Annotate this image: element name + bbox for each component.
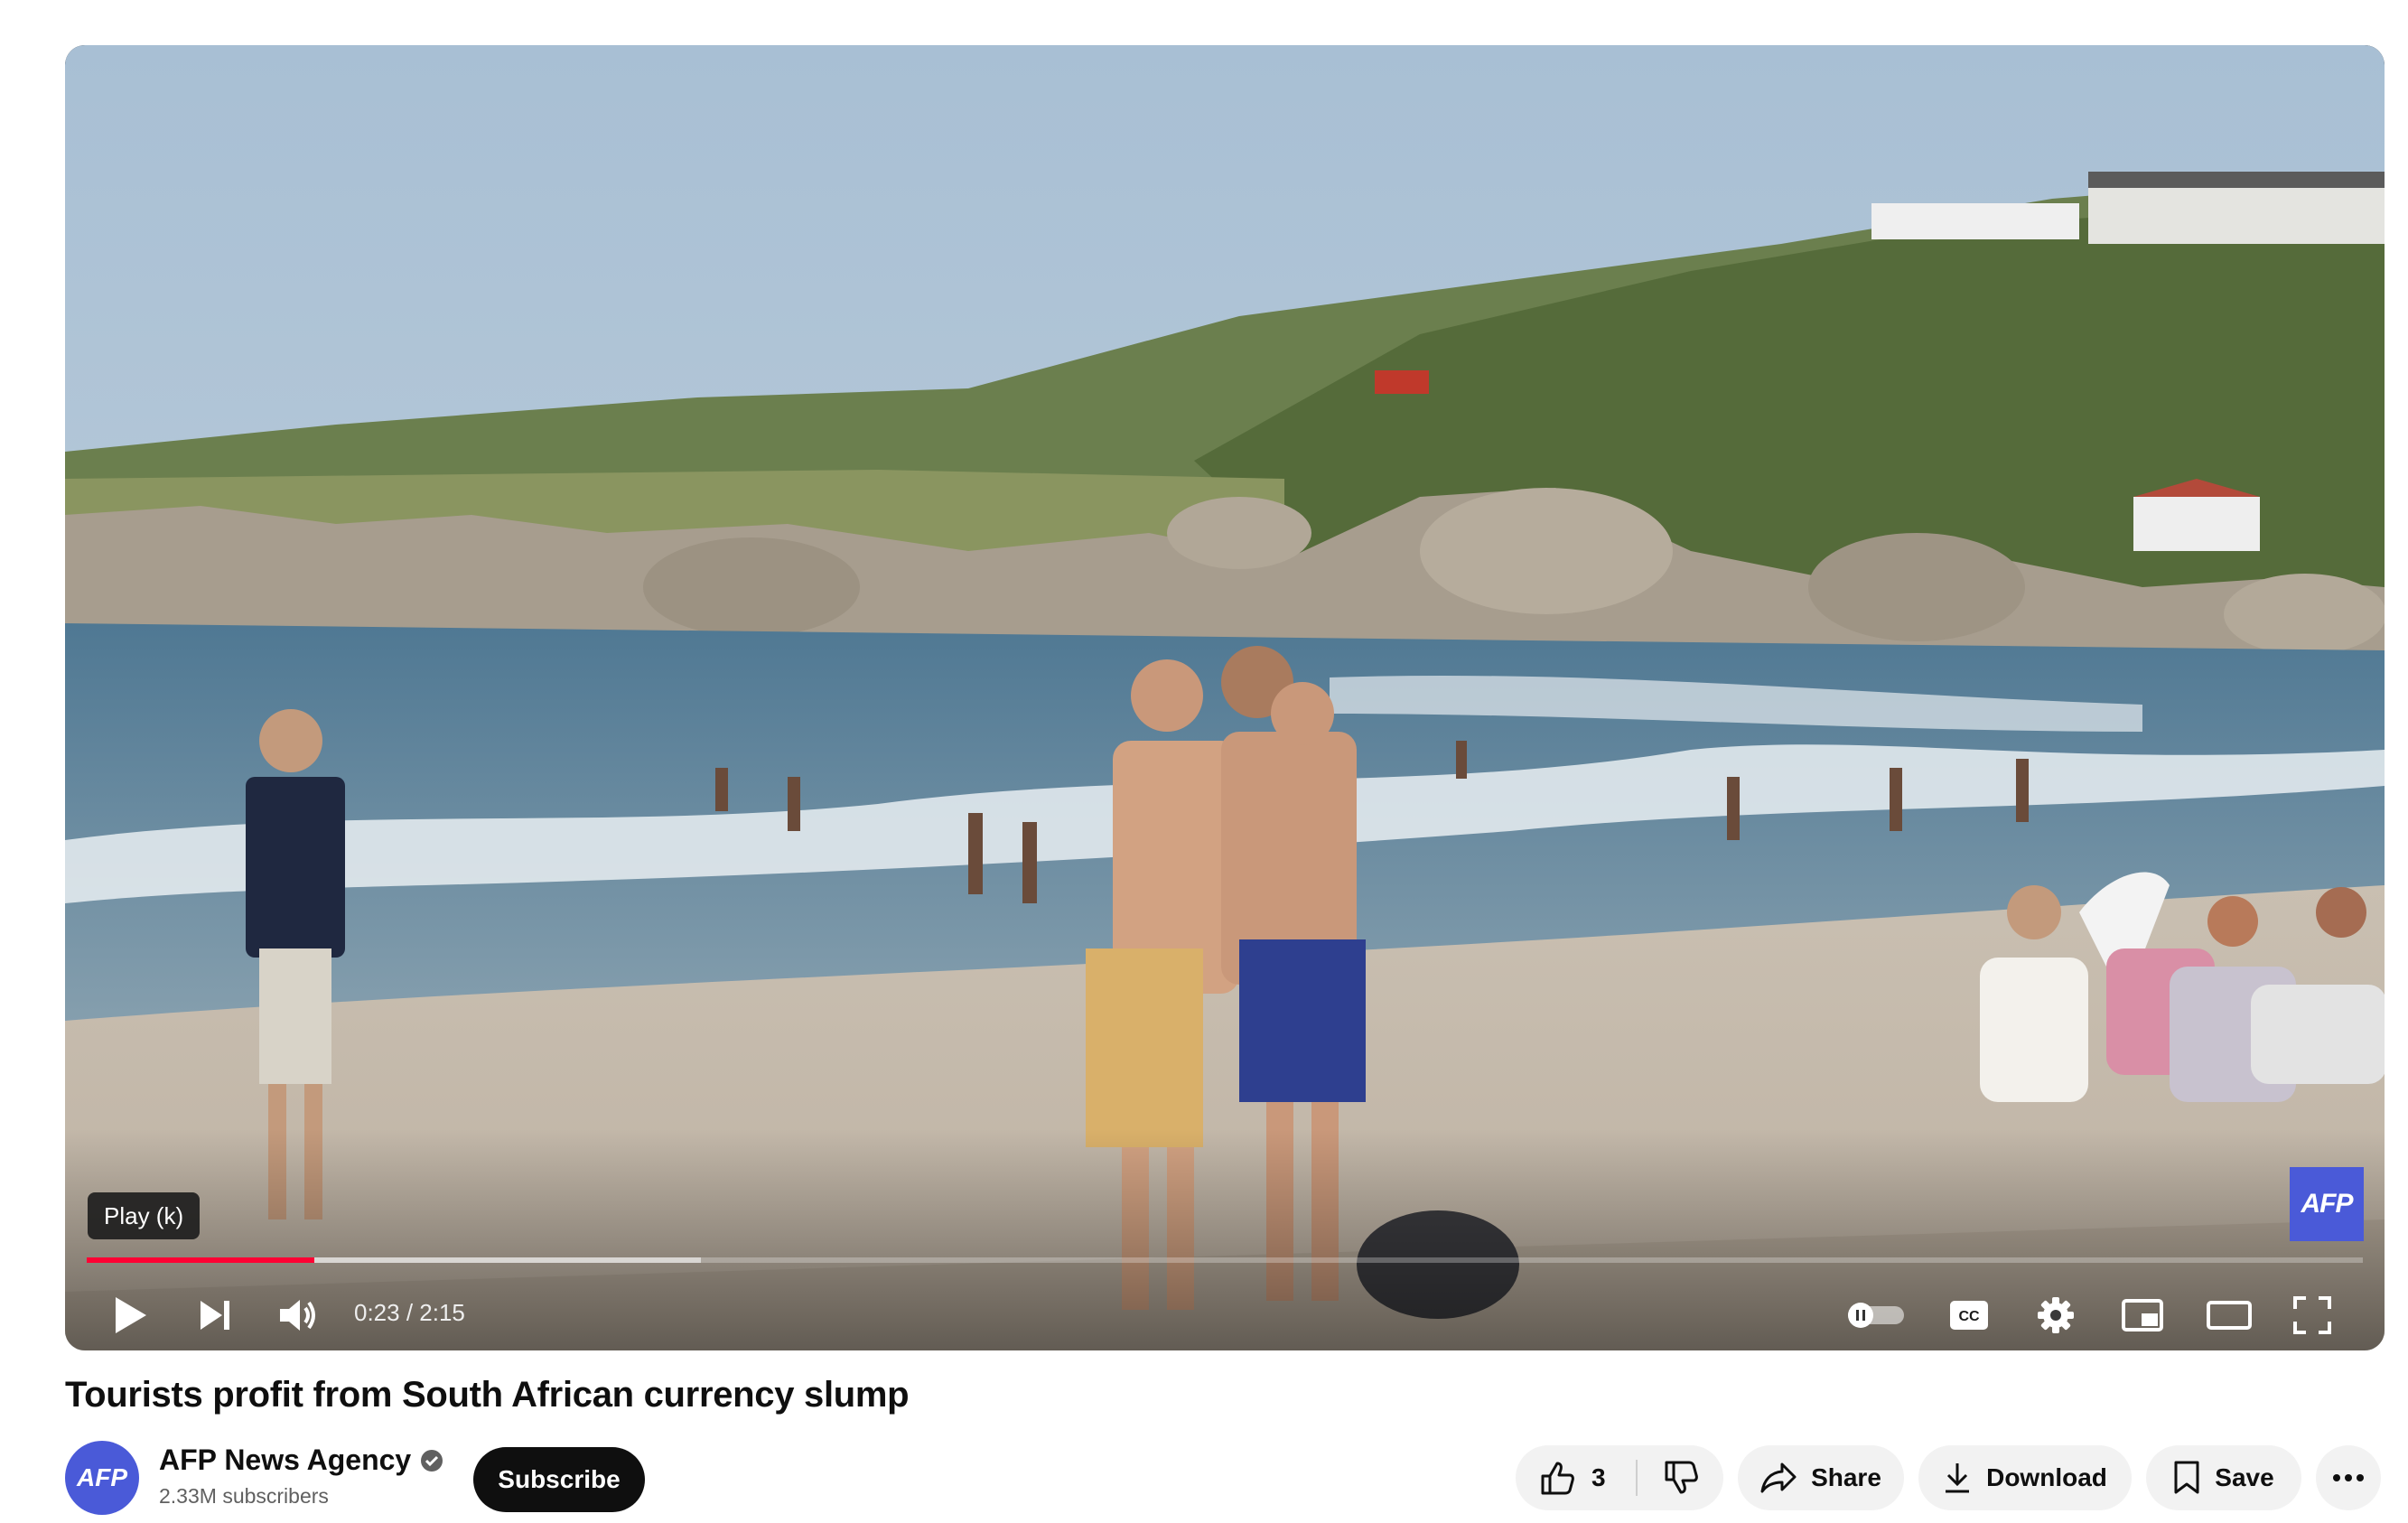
next-button[interactable] [190,1290,240,1341]
svg-text:CC: CC [1958,1309,1980,1324]
volume-button[interactable] [271,1290,325,1341]
next-icon [201,1301,229,1330]
video-title: Tourists profit from South African curre… [65,1375,910,1415]
afp-watermark-logo: AFP [2290,1167,2364,1241]
autoplay-toggle[interactable] [1844,1294,1908,1337]
verified-check-icon [421,1449,443,1472]
share-icon [1760,1462,1797,1493]
fullscreen-button[interactable] [2287,1290,2338,1341]
settings-button[interactable] [2030,1290,2081,1341]
video-player[interactable]: AFP Play (k) 0:23 / 2:15 CC [65,45,2385,1350]
thumbs-down-icon [1665,1461,1698,1494]
share-button[interactable]: Share [1738,1445,1904,1510]
like-dislike-group: 3 [1516,1445,1723,1510]
like-count: 3 [1591,1463,1606,1491]
more-horizontal-icon [2333,1474,2364,1481]
thumbs-up-icon [1541,1462,1574,1495]
autoplay-toggle-icon [1848,1303,1904,1328]
subscriber-count: 2.33M subscribers [159,1484,329,1508]
channel-name[interactable]: AFP News Agency [159,1444,411,1477]
download-button[interactable]: Download [1918,1445,2132,1510]
share-label: Share [1811,1463,1881,1491]
theater-mode-icon [2207,1301,2252,1330]
channel-avatar[interactable]: AFP [65,1441,139,1515]
more-actions-button[interactable] [2316,1445,2381,1510]
subtitles-button[interactable]: CC [1944,1290,1994,1341]
channel-info: AFP News Agency 2.33M subscribers [159,1444,443,1509]
play-button[interactable] [105,1290,155,1341]
cc-icon: CC [1950,1301,1988,1330]
save-label: Save [2215,1463,2274,1491]
download-icon [1946,1463,1970,1493]
channel-name-row: AFP News Agency [159,1444,443,1477]
miniplayer-icon [2122,1299,2163,1331]
subscribe-button[interactable]: Subscribe [473,1447,645,1512]
theater-mode-button[interactable] [2202,1290,2256,1341]
fullscreen-icon [2293,1296,2331,1334]
play-tooltip: Play (k) [88,1192,201,1239]
time-display: 0:23 / 2:15 [354,1299,465,1326]
player-controls: 0:23 / 2:15 CC [65,1281,2385,1344]
gear-icon [2038,1297,2074,1333]
save-button[interactable]: Save [2146,1445,2301,1510]
like-button[interactable]: 3 [1516,1460,1636,1496]
volume-icon [280,1300,315,1331]
dislike-button[interactable] [1638,1460,1723,1496]
miniplayer-button[interactable] [2117,1290,2168,1341]
download-label: Download [1986,1463,2107,1491]
progress-bar[interactable] [87,1257,2363,1263]
video-frame [65,45,2385,1350]
play-icon [116,1297,146,1333]
bookmark-icon [2174,1461,2199,1494]
progress-played [87,1257,314,1263]
